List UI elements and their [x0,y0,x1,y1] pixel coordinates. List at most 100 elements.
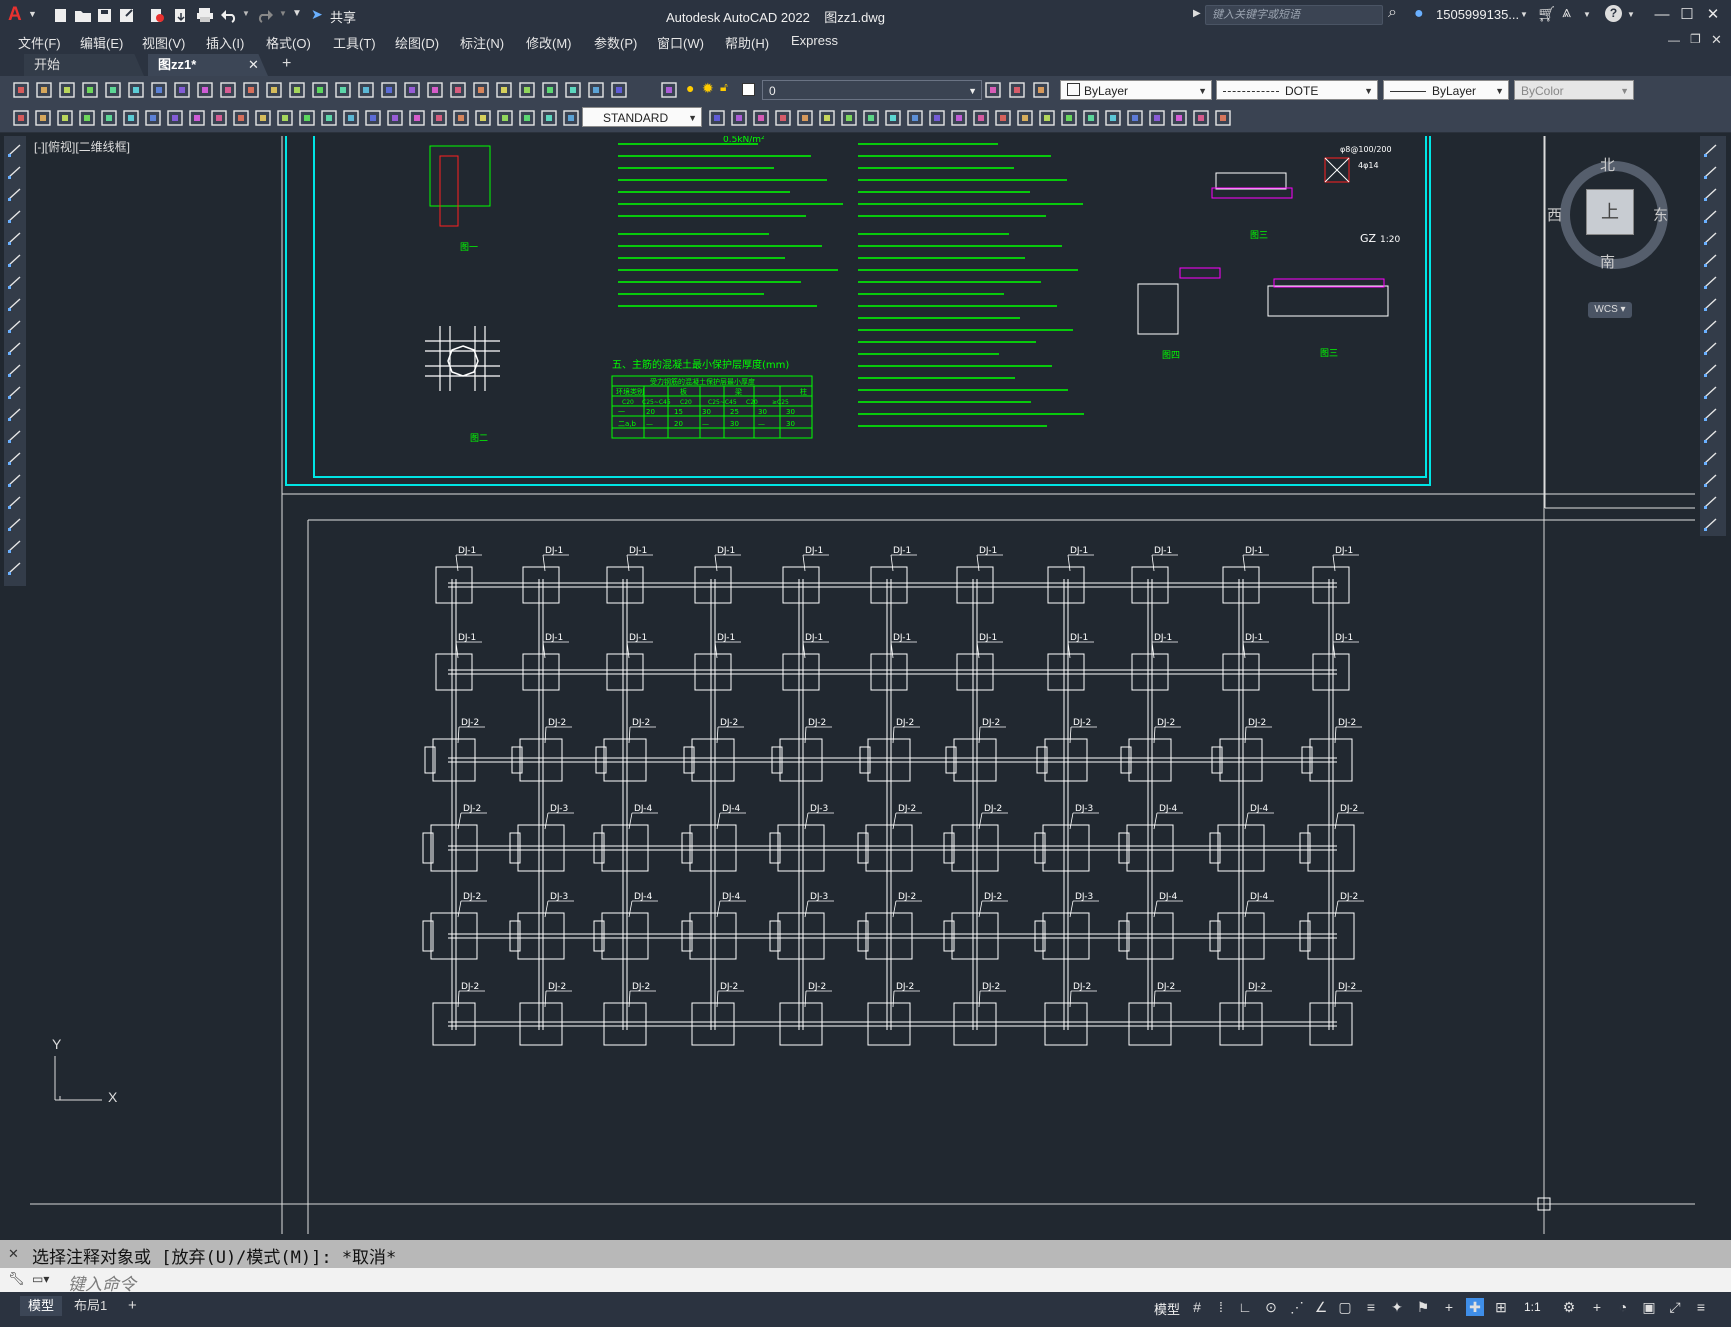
dimension-tool-icon[interactable] [840,109,860,127]
status-toggle-icon[interactable]: ▢ [1336,1298,1354,1316]
dimension-tool-icon[interactable] [540,109,560,127]
dimension-tool-icon[interactable] [144,109,164,127]
open-file-icon[interactable] [74,7,92,23]
status-toggle-icon[interactable]: + [1440,1298,1458,1316]
standard-tool-icon[interactable] [426,81,446,99]
autodesk-app-icon[interactable]: ⩓ [1562,4,1571,22]
status-toggle-icon[interactable]: ≡ [1692,1298,1710,1316]
menu-dimension[interactable]: 标注(N) [460,33,504,52]
sun-icon[interactable]: ✹ [702,80,714,97]
menu-parametric[interactable]: 参数(P) [594,33,637,52]
maximize-icon[interactable]: ☐ [1676,4,1698,26]
open-web-icon[interactable] [148,7,166,23]
standard-tool-icon[interactable] [449,81,469,99]
add-layout-button[interactable]: + [128,1297,137,1314]
user-icon[interactable]: ● [1414,5,1424,23]
status-toggle-icon[interactable]: ▣ [1640,1298,1658,1316]
dimension-tool-icon[interactable] [1192,109,1212,127]
model-space-button[interactable]: 模型 [1154,1299,1180,1318]
viewcube-top-face[interactable]: 上 [1586,189,1634,235]
search-expand-icon[interactable]: ▶ [1193,8,1201,19]
dimension-tool-icon[interactable] [34,109,54,127]
new-file-icon[interactable] [52,7,70,23]
share-button[interactable]: 共享 [330,7,356,26]
search-icon[interactable]: ⌕ [1388,4,1397,22]
dimension-tool-icon[interactable] [518,109,538,127]
plotstyle-dropdown[interactable]: ByColor ▼ [1514,80,1634,100]
dimension-tool-icon[interactable] [122,109,142,127]
status-toggle-icon[interactable]: ✦ [1388,1298,1406,1316]
dimension-tool-icon[interactable] [1016,109,1036,127]
share-icon[interactable]: ➤ [311,6,323,23]
modify-tool-icon[interactable] [1703,164,1719,180]
standard-tool-icon[interactable] [81,81,101,99]
modify-tool-icon[interactable] [1703,318,1719,334]
modify-tool-icon[interactable] [1703,274,1719,290]
compass-west[interactable]: 西 [1547,204,1562,225]
draw-tool-icon[interactable] [7,406,23,422]
status-toggle-icon[interactable]: # [1188,1298,1206,1316]
compass-north[interactable]: 北 [1600,154,1615,175]
unlock-icon[interactable]: 🔓︎ [720,80,728,95]
dimension-tool-icon[interactable] [928,109,948,127]
modify-tool-icon[interactable] [1703,230,1719,246]
modify-tool-icon[interactable] [1703,252,1719,268]
standard-tool-icon[interactable] [541,81,561,99]
draw-tool-icon[interactable] [7,164,23,180]
modify-tool-icon[interactable] [1703,296,1719,312]
tab-start[interactable]: 开始 [24,54,144,76]
draw-tool-icon[interactable] [7,428,23,444]
dimension-tool-icon[interactable] [386,109,406,127]
tab-close-icon[interactable]: ✕ [248,57,259,73]
status-toggle-icon[interactable]: ⚙ [1560,1298,1578,1316]
standard-tool-icon[interactable] [564,81,584,99]
dimension-tool-icon[interactable] [1148,109,1168,127]
layer-dropdown[interactable]: 0 ▼ [762,80,982,100]
app-menu-chevron-icon[interactable]: ▼ [28,9,37,19]
layer-state-icons[interactable]: ● ✹ 🔓︎ [684,80,764,98]
standard-tool-icon[interactable] [150,81,170,99]
save-web-icon[interactable] [172,7,190,23]
dimension-tool-icon[interactable] [1104,109,1124,127]
dimension-tool-icon[interactable] [408,109,428,127]
modify-tool-icon[interactable] [1703,472,1719,488]
dimension-tool-icon[interactable] [1126,109,1146,127]
textstyle-dropdown[interactable]: STANDARD ▼ [582,107,702,127]
standard-tool-icon[interactable] [357,81,377,99]
app-logo-icon[interactable]: A [8,4,22,26]
modify-tool-icon[interactable] [1703,494,1719,510]
compass-east[interactable]: 东 [1653,204,1668,225]
dimension-tool-icon[interactable] [862,109,882,127]
minimize-icon[interactable]: — [1651,4,1673,26]
modify-tool-icon[interactable] [1703,208,1719,224]
status-toggle-icon[interactable]: ∟ [1236,1298,1254,1316]
drawing-canvas[interactable]: 0.5kN/m² 图一 图二 五、主筋的混凝土最小保护层厚度(mm) 受力钢筋的混凝土保… [30,136,1695,1234]
help-icon[interactable]: ? [1605,5,1622,22]
dimension-tool-icon[interactable] [166,109,186,127]
menu-insert[interactable]: 插入(I) [206,33,244,52]
status-toggle-icon[interactable]: ⁞ [1212,1298,1230,1316]
dimension-tool-icon[interactable] [474,109,494,127]
help-search-input[interactable]: 键入关键字或短语 [1205,5,1383,25]
dimension-tool-icon[interactable] [342,109,362,127]
dimension-tool-icon[interactable] [430,109,450,127]
standard-tool-icon[interactable] [660,81,680,99]
dimension-tool-icon[interactable] [100,109,120,127]
modify-tool-icon[interactable] [1703,142,1719,158]
save-as-icon[interactable] [118,7,136,23]
status-toggle-icon[interactable]: ⊞ [1492,1298,1510,1316]
draw-tool-icon[interactable] [7,538,23,554]
standard-tool-icon[interactable] [288,81,308,99]
draw-tool-icon[interactable] [7,208,23,224]
standard-tool-icon[interactable] [104,81,124,99]
status-toggle-icon[interactable]: + [1588,1298,1606,1316]
modify-tool-icon[interactable] [1703,384,1719,400]
recent-commands-icon[interactable]: ▭▾ [32,1272,49,1286]
dimension-tool-icon[interactable] [562,109,582,127]
save-icon[interactable] [96,7,114,23]
status-toggle-icon[interactable]: ◔ [1614,1298,1632,1316]
dimension-tool-icon[interactable] [1082,109,1102,127]
draw-tool-icon[interactable] [7,362,23,378]
redo-dropdown-icon[interactable]: ▼ [279,9,287,18]
dimension-tool-icon[interactable] [906,109,926,127]
